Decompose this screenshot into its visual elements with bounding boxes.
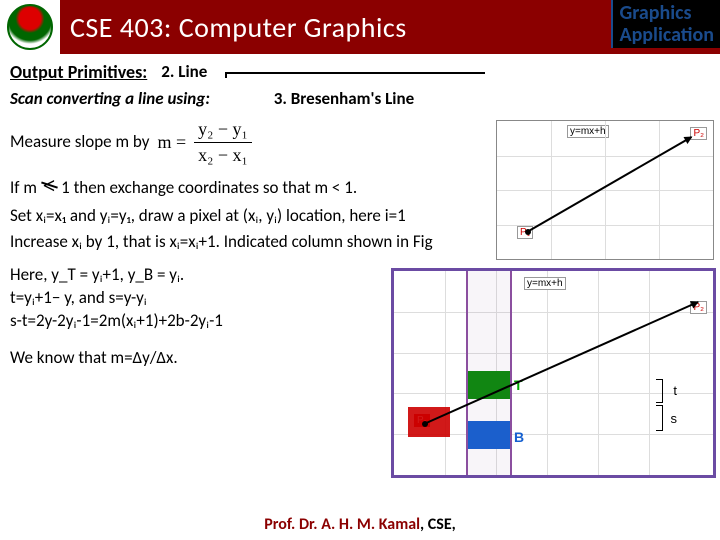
topic-badge: Graphics Application	[611, 0, 720, 48]
dept-text: , CSE,	[420, 515, 456, 534]
badge-line1: Graphics	[619, 2, 714, 24]
fraction-denominator: x₂ − x₁	[194, 143, 252, 167]
b-label: B	[512, 429, 526, 445]
measure-label: Measure slope m by	[10, 131, 149, 154]
professor-name: Prof. Dr. A. H. M. Kamal	[264, 515, 420, 534]
m-equals: m =	[157, 130, 186, 154]
slide-footer: Prof. Dr. A. H. M. Kamal, CSE,	[0, 515, 720, 534]
badge-line2: Application	[619, 24, 714, 46]
divider-line	[225, 72, 485, 78]
fraction-numerator: y₂ − y₁	[194, 117, 252, 142]
s-brace-icon	[657, 405, 663, 431]
slope-fraction: y₂ − y₁ x₂ − x₁	[194, 117, 252, 167]
figure-bresenham-detail: y=mx+h P₂ P₁ T B t s	[391, 268, 716, 478]
university-logo	[0, 0, 60, 54]
section-heading: Output Primitives:	[10, 60, 147, 84]
s-small-label: s	[669, 411, 680, 426]
algorithm-name: 3. Bresenham's Line	[274, 88, 414, 109]
t-brace-icon	[657, 379, 663, 403]
topic-item: 2. Line	[161, 61, 207, 84]
figure-line-overview: P₂ y=mx+h P₁	[496, 120, 714, 260]
struck-lt-icon: <	[43, 171, 56, 201]
eq-label: y=mx+h	[567, 125, 609, 138]
t-small-label: t	[671, 383, 679, 398]
slide-header: CSE 403: Computer Graphics Graphics Appl…	[0, 0, 720, 54]
course-title: CSE 403: Computer Graphics	[70, 10, 407, 45]
eq-label-2: y=mx+h	[524, 277, 566, 290]
subheading: Scan converting a line using:	[10, 88, 210, 109]
